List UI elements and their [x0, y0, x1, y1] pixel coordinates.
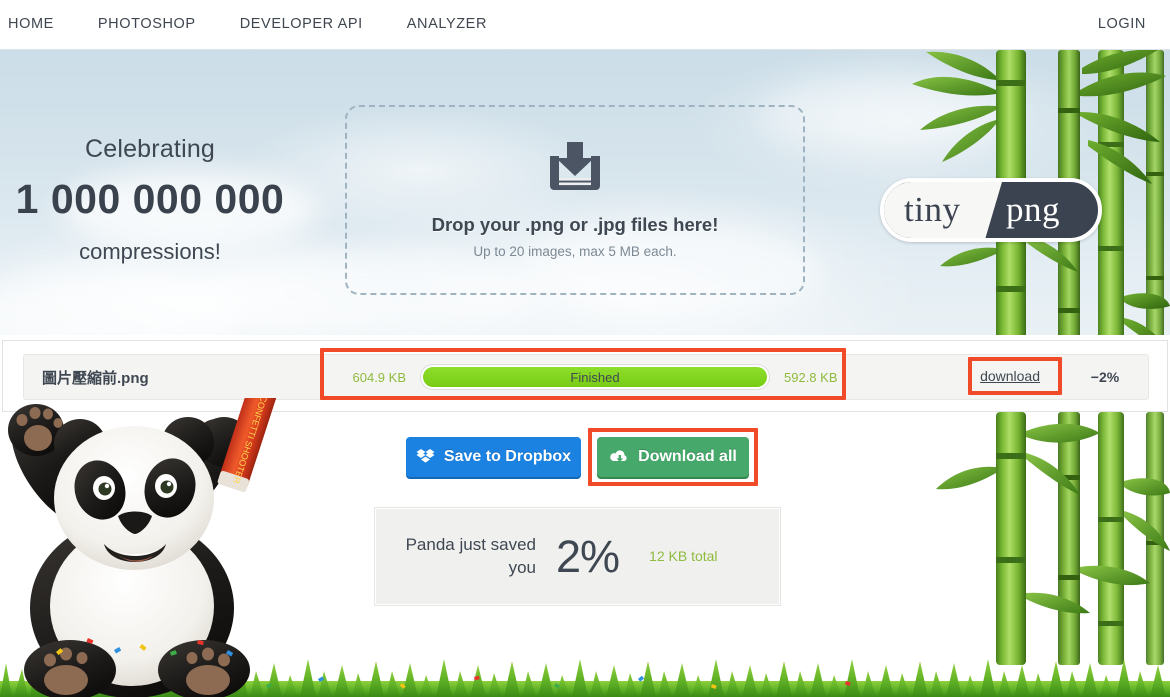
- table-row[interactable]: 圖片壓縮前.png 604.9 KB Finished 592.8 KB dow…: [23, 354, 1149, 400]
- nav-item-home[interactable]: HOME: [0, 0, 76, 49]
- nav-item-analyzer[interactable]: ANALYZER: [385, 0, 509, 49]
- dropbox-svg: [416, 449, 435, 463]
- top-navbar: HOME PHOTOSHOP DEVELOPER API ANALYZER LO…: [0, 0, 1170, 50]
- file-dropzone[interactable]: Drop your .png or .jpg files here! Up to…: [345, 105, 805, 295]
- download-tray-svg: [550, 141, 600, 190]
- file-size-after: 592.8 KB: [784, 369, 838, 385]
- nav-left-group: HOME PHOTOSHOP DEVELOPER API ANALYZER: [0, 0, 509, 49]
- download-all-button[interactable]: Download all: [597, 437, 749, 477]
- celebration-block: Celebrating 1 000 000 000 compressions!: [0, 135, 300, 265]
- nav-item-developer-api[interactable]: DEVELOPER API: [218, 0, 385, 49]
- save-to-dropbox-label: Save to Dropbox: [443, 448, 572, 465]
- download-all-label: Download all: [638, 448, 737, 465]
- celebration-line-3: compressions!: [79, 239, 221, 264]
- saving-percent: −2%: [1090, 369, 1120, 385]
- savings-panel: Panda just saved you 2% 12 KB total: [374, 507, 781, 606]
- celebration-line-1: Celebrating: [84, 135, 216, 163]
- cloud-decoration: [0, 270, 240, 335]
- download-link[interactable]: download: [980, 368, 1040, 384]
- savings-percent: 2%: [556, 530, 620, 582]
- tinypng-logo[interactable]: tiny png: [880, 178, 1102, 242]
- compression-progress-bar: Finished: [420, 364, 770, 390]
- tinypng-page: HOME PHOTOSHOP DEVELOPER API ANALYZER LO…: [0, 0, 1170, 697]
- celebration-count: 1 000 000 000: [15, 176, 285, 222]
- cloud-download-svg: [610, 450, 627, 462]
- logo-text-png: png: [1006, 190, 1060, 229]
- logo-text-tiny: tiny: [904, 190, 961, 229]
- dropzone-subtitle: Up to 20 images, max 5 MB each.: [473, 243, 677, 259]
- dropbox-icon: [416, 448, 435, 466]
- savings-total: 12 KB total: [649, 547, 718, 564]
- file-name: 圖片壓縮前.png: [42, 369, 149, 387]
- dropzone-title: Drop your .png or .jpg files here!: [431, 213, 719, 235]
- download-tray-icon: [544, 141, 606, 194]
- nav-item-photoshop[interactable]: PHOTOSHOP: [76, 0, 218, 49]
- results-panel: 圖片壓縮前.png 604.9 KB Finished 592.8 KB dow…: [2, 340, 1168, 412]
- file-size-before: 604.9 KB: [352, 369, 407, 385]
- cloud-download-icon: [609, 449, 629, 465]
- nav-item-login[interactable]: LOGIN: [1076, 0, 1170, 49]
- download-cell: download: [872, 368, 1062, 386]
- nav-right-group: LOGIN: [1076, 0, 1170, 49]
- progress-status-label: Finished: [570, 369, 620, 385]
- save-to-dropbox-button[interactable]: Save to Dropbox: [406, 437, 581, 477]
- savings-caption: Panda just saved you: [405, 535, 536, 577]
